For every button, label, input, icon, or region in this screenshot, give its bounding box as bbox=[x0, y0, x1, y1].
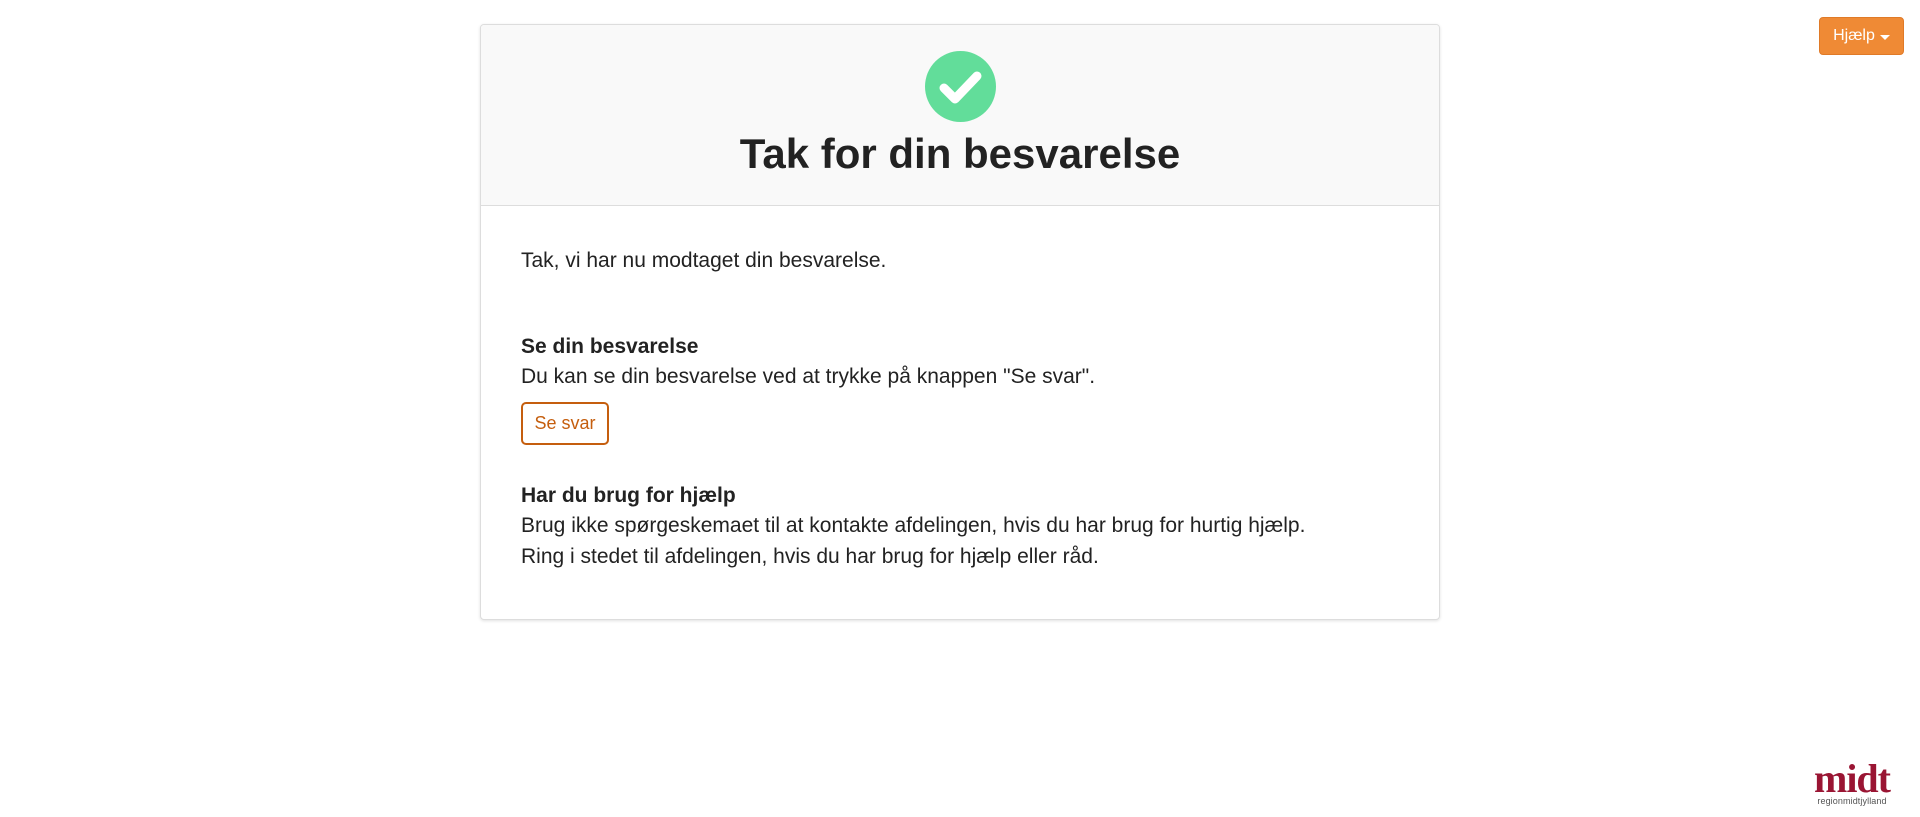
caret-down-icon bbox=[1879, 35, 1890, 40]
help-menu-label: Hjælp bbox=[1833, 27, 1875, 44]
page-title: Tak for din besvarelse bbox=[739, 130, 1181, 177]
see-answers-text: Du kan se din besvarelse ved at trykke p… bbox=[521, 365, 1096, 388]
confirmation-card: Tak for din besvarelse Tak, vi har nu mo… bbox=[480, 24, 1440, 620]
see-answers-button[interactable]: Se svar bbox=[521, 402, 609, 445]
logo-subtitle: regionmidtjylland bbox=[1817, 796, 1887, 806]
help-section: Har du brug for hjælp Brug ikke spørgesk… bbox=[521, 482, 1305, 572]
help-text-line-1: Brug ikke spørgeskemaet til at kontakte … bbox=[521, 514, 1306, 537]
help-heading: Har du brug for hjælp bbox=[521, 484, 736, 507]
region-midtjylland-logo: midt regionmidtjylland bbox=[1806, 756, 1898, 808]
card-header: Tak for din besvarelse bbox=[481, 25, 1439, 206]
logo-mark: midt bbox=[1814, 756, 1891, 801]
help-text-line-2: Ring i stedet til afdelingen, hvis du ha… bbox=[521, 545, 1099, 568]
check-circle-icon bbox=[925, 51, 996, 122]
see-answers-heading: Se din besvarelse bbox=[521, 335, 699, 358]
see-answers-section: Se din besvarelse Du kan se din besvarel… bbox=[521, 333, 1095, 445]
help-menu-button[interactable]: Hjælp bbox=[1819, 17, 1904, 55]
intro-text: Tak, vi har nu modtaget din besvarelse. bbox=[521, 249, 887, 272]
